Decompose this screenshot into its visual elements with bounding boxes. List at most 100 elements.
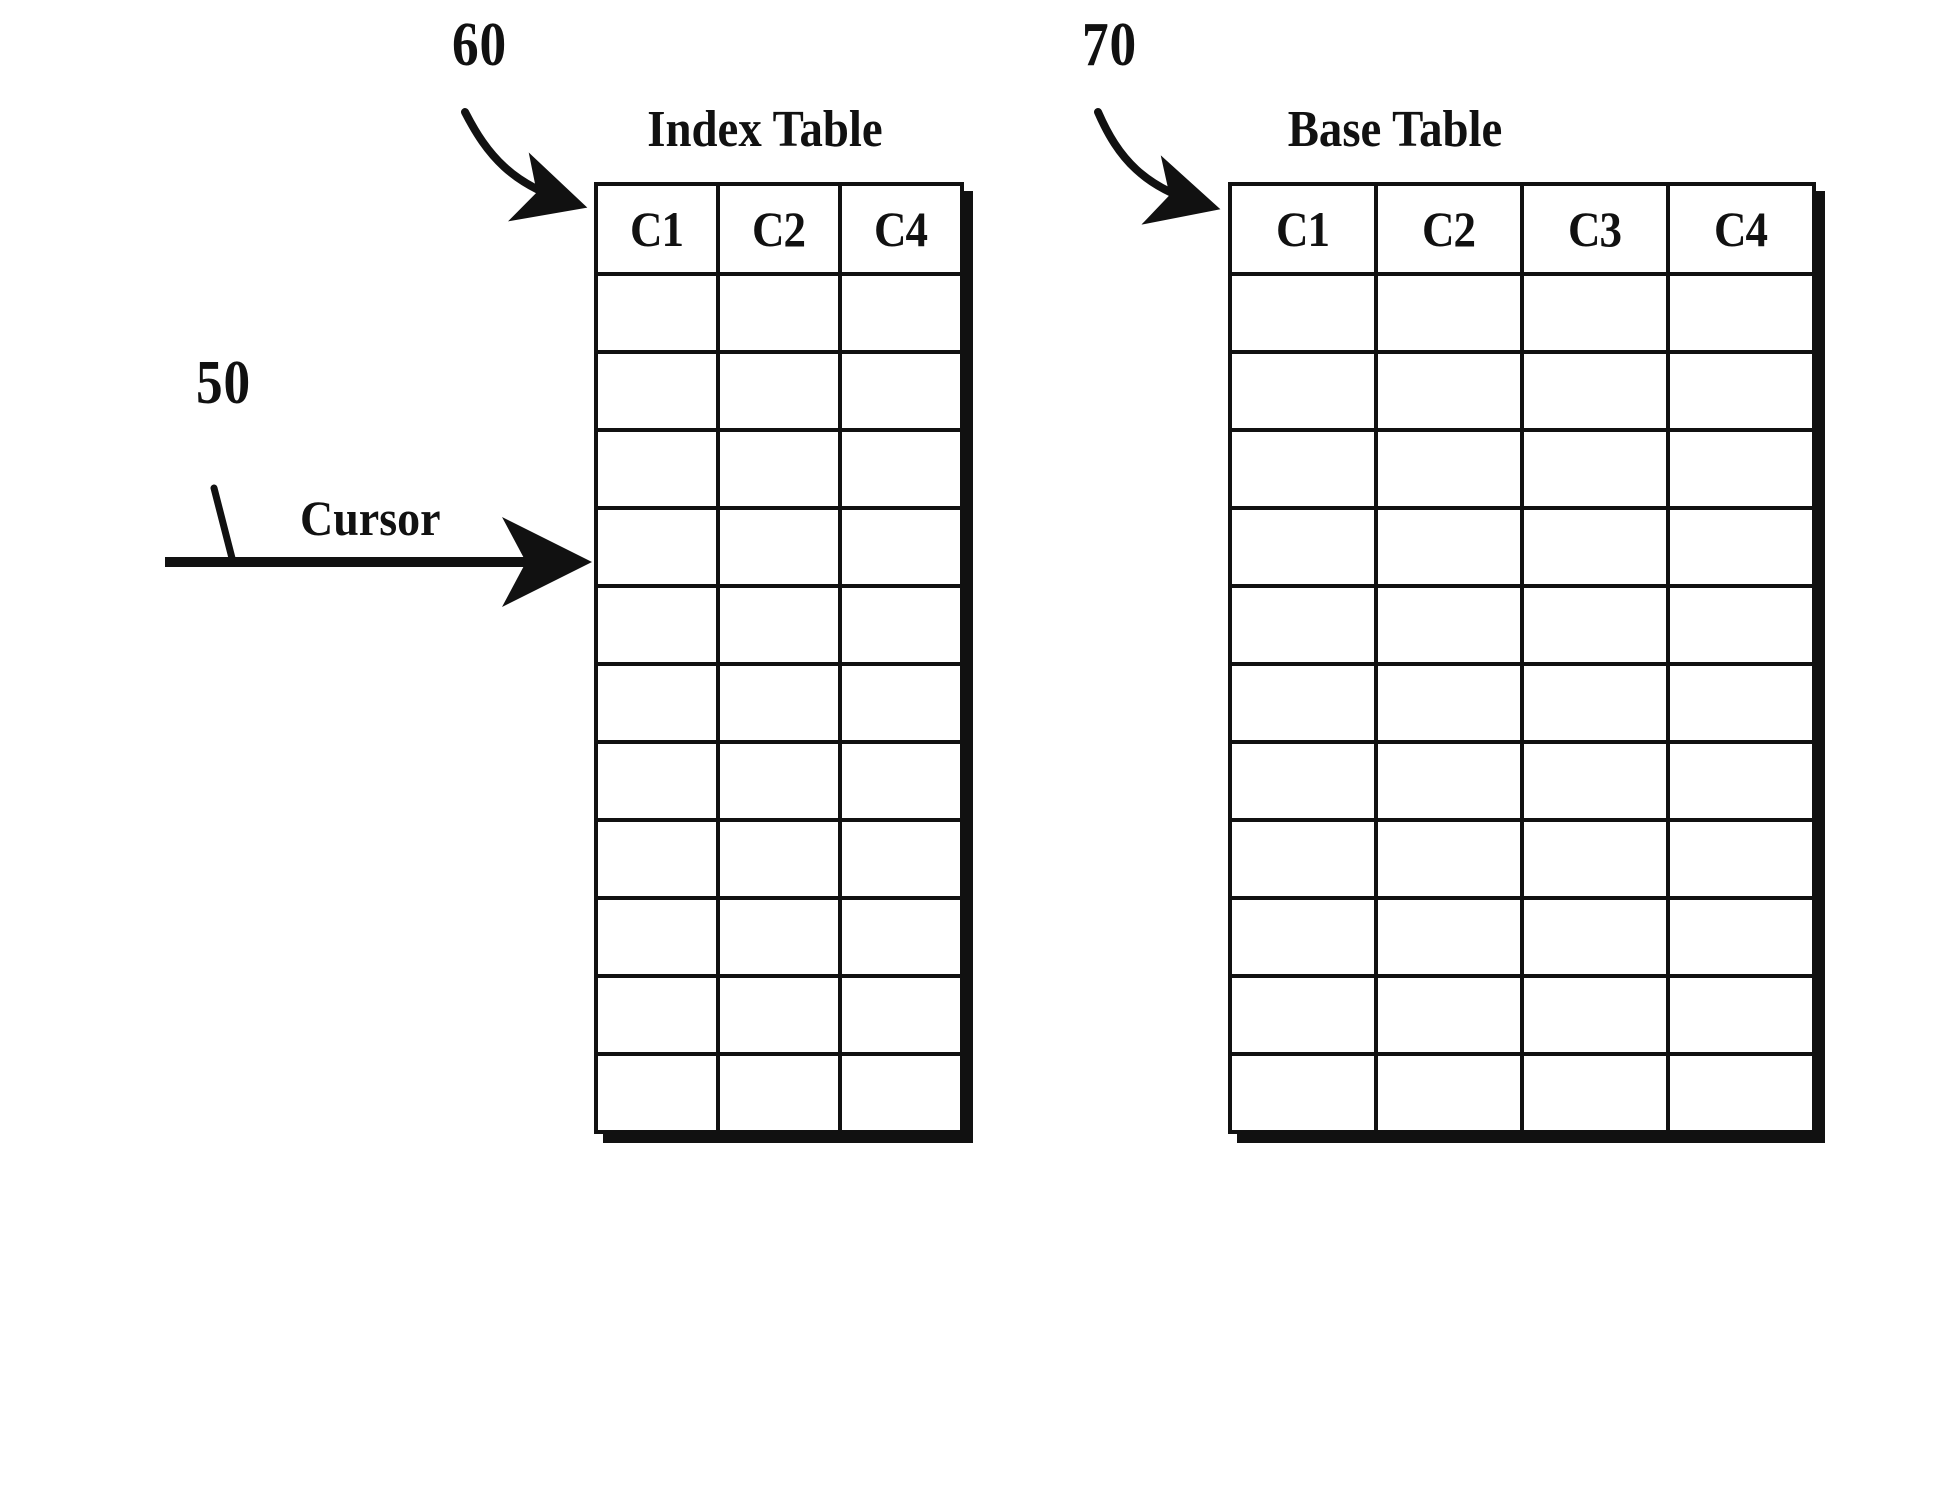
- table-cell: [1666, 506, 1816, 588]
- table-cell: [594, 662, 720, 744]
- table-header-row: C1 C2 C3 C4: [1228, 182, 1816, 276]
- table-row: [594, 740, 964, 822]
- table-cell: [1228, 818, 1378, 900]
- reference-numeral-60: 60: [452, 11, 508, 79]
- table-cell: [1520, 1052, 1670, 1134]
- table-cell: [838, 818, 964, 900]
- reference-numeral-50: 50: [196, 349, 252, 417]
- table-cell: [1374, 584, 1524, 666]
- column-header-c2: C2: [716, 182, 842, 276]
- table-row: [1228, 740, 1816, 822]
- table-row: [1228, 974, 1816, 1056]
- column-header-c4: C4: [838, 182, 964, 276]
- base-table-title: Base Table: [1287, 101, 1503, 158]
- table-cell: [594, 1052, 720, 1134]
- table-cell: [1666, 740, 1816, 822]
- table-row: [594, 818, 964, 900]
- table-cell: [716, 272, 842, 354]
- table-cell: [716, 428, 842, 510]
- table-cell: [1666, 818, 1816, 900]
- table-cell: [1666, 350, 1816, 432]
- patent-figure: 60 70 50 Index Table Base Table Cursor C…: [0, 0, 1933, 1489]
- table-row: [1228, 818, 1816, 900]
- table-cell: [838, 350, 964, 432]
- table-cell: [1666, 584, 1816, 666]
- table-row: [1228, 896, 1816, 978]
- table-cell: [1374, 662, 1524, 744]
- table-cell: [1520, 428, 1670, 510]
- table-cell: [838, 662, 964, 744]
- table-row: [1228, 428, 1816, 510]
- table-cell: [1374, 350, 1524, 432]
- column-header-c4: C4: [1666, 182, 1816, 276]
- table-row: [594, 428, 964, 510]
- table-cell: [716, 974, 842, 1056]
- column-header-c1: C1: [1228, 182, 1378, 276]
- table-cell: [1228, 272, 1378, 354]
- table-cell: [1374, 818, 1524, 900]
- table-cell: [1374, 428, 1524, 510]
- table-row: [594, 272, 964, 354]
- table-row: [594, 896, 964, 978]
- table-cell: [838, 740, 964, 822]
- column-header-c2: C2: [1374, 182, 1524, 276]
- table-cell: [1374, 740, 1524, 822]
- table-cell: [716, 740, 842, 822]
- table-cell: [716, 350, 842, 432]
- table-cell: [594, 584, 720, 666]
- index-table: C1 C2 C4: [594, 182, 964, 1134]
- table-cell: [1520, 974, 1670, 1056]
- table-cell: [838, 428, 964, 510]
- table-cell: [1374, 272, 1524, 354]
- leader-arrow-70: [1094, 108, 1221, 225]
- table-cell: [1228, 506, 1378, 588]
- table-header-row: C1 C2 C4: [594, 182, 964, 276]
- table-cell: [594, 896, 720, 978]
- base-table: C1 C2 C3 C4: [1228, 182, 1816, 1134]
- reference-numeral-70: 70: [1082, 11, 1138, 79]
- table-cell: [1374, 896, 1524, 978]
- table-cell: [594, 506, 720, 588]
- table-cell: [1666, 272, 1816, 354]
- table-cell: [716, 1052, 842, 1134]
- table-row: [1228, 584, 1816, 666]
- table-cell: [1666, 896, 1816, 978]
- table-cell: [1520, 662, 1670, 744]
- table-cell: [1520, 818, 1670, 900]
- table-cell: [1520, 584, 1670, 666]
- table-row: [1228, 662, 1816, 744]
- table-cell: [1228, 584, 1378, 666]
- table-cell: [1520, 506, 1670, 588]
- cursor-label: Cursor: [300, 490, 441, 546]
- table-cell: [716, 662, 842, 744]
- table-cell: [1374, 1052, 1524, 1134]
- table-cell: [838, 974, 964, 1056]
- column-header-c3: C3: [1520, 182, 1670, 276]
- table-row: [1228, 506, 1816, 588]
- table-cell: [1228, 662, 1378, 744]
- table-cell: [838, 584, 964, 666]
- table-cell: [716, 584, 842, 666]
- table-cell: [1228, 350, 1378, 432]
- table-cell: [838, 272, 964, 354]
- leader-arrow-60: [461, 108, 588, 222]
- table-cell: [1520, 896, 1670, 978]
- table-cell: [1666, 1052, 1816, 1134]
- table-cell: [594, 272, 720, 354]
- table-cell: [1228, 974, 1378, 1056]
- table-cell: [1374, 506, 1524, 588]
- table-cell: [1228, 1052, 1378, 1134]
- table-cell: [1374, 974, 1524, 1056]
- table-cell: [1520, 740, 1670, 822]
- table-cell: [716, 896, 842, 978]
- index-table-title: Index Table: [647, 101, 883, 158]
- table-cell: [1228, 896, 1378, 978]
- table-cell: [594, 818, 720, 900]
- table-row-cursor: [594, 506, 964, 588]
- table-cell: [716, 818, 842, 900]
- column-header-c1: C1: [594, 182, 720, 276]
- table-cell: [838, 506, 964, 588]
- table-cell: [1228, 428, 1378, 510]
- table-row: [1228, 350, 1816, 432]
- table-cell: [594, 350, 720, 432]
